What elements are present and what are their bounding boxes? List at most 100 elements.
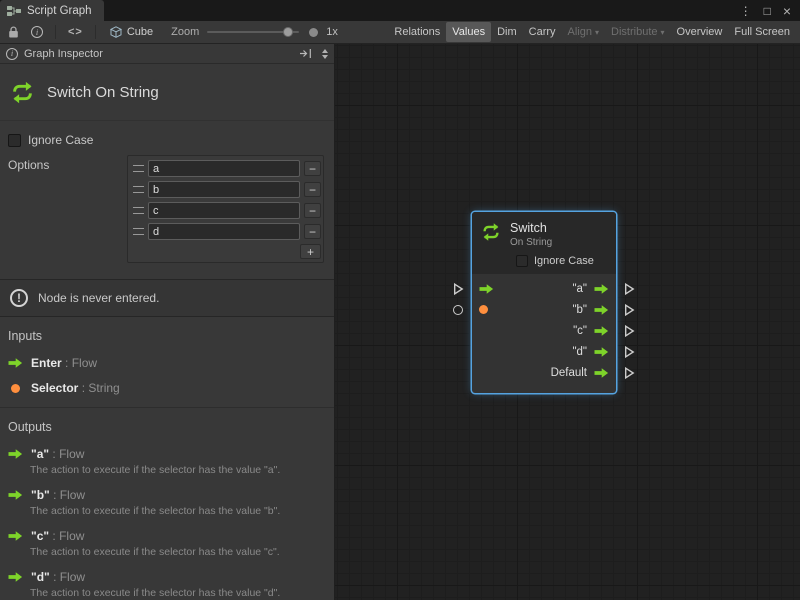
dock-panel-icon[interactable] xyxy=(299,48,312,59)
node-port-row-c: "c" xyxy=(472,320,616,341)
remove-option-button[interactable]: − xyxy=(304,161,321,176)
port-label: "d" xyxy=(572,346,587,358)
carry-toggle[interactable]: Carry xyxy=(523,22,562,42)
info-icon: i xyxy=(6,48,18,60)
flow-arrow-icon xyxy=(8,572,23,582)
options-list-footer: + xyxy=(130,242,321,262)
flow-inlet-triangle[interactable] xyxy=(453,282,464,295)
option-value-input[interactable] xyxy=(148,223,300,240)
distribute-dropdown[interactable]: Distribute ▾ xyxy=(605,22,670,42)
window-menu-icon[interactable]: ⋮ xyxy=(740,5,752,17)
chevron-down-icon: ▾ xyxy=(595,29,599,37)
warning-text: Node is never entered. xyxy=(38,291,159,305)
graph-inspector-title: Graph Inspector xyxy=(24,48,103,60)
output-port-a: "a" : Flow xyxy=(8,447,326,461)
option-row: − xyxy=(130,221,321,242)
tab-label: Script Graph xyxy=(27,5,92,17)
node-port-row-a: "a" xyxy=(472,278,616,299)
input-port-enter: Enter : Flow xyxy=(8,356,326,370)
graph-inspector-header: i Graph Inspector xyxy=(0,44,334,64)
output-port-icon[interactable] xyxy=(594,305,609,315)
flow-outlet-triangle[interactable] xyxy=(624,282,635,295)
output-port-icon[interactable] xyxy=(594,368,609,378)
ignore-case-label: Ignore Case xyxy=(28,133,93,147)
toolbar-separator xyxy=(55,25,56,39)
switch-node-icon xyxy=(9,79,36,106)
switch-node-icon xyxy=(480,221,502,243)
flow-arrow-icon xyxy=(8,490,23,500)
graph-canvas[interactable]: Switch On String Ignore Case xyxy=(335,44,800,600)
chevron-down-icon: ▾ xyxy=(661,29,665,37)
full-screen-button[interactable]: Full Screen xyxy=(728,22,796,42)
cube-icon xyxy=(110,26,122,38)
align-dropdown[interactable]: Align ▾ xyxy=(562,22,605,42)
flow-arrow-icon xyxy=(8,531,23,541)
flow-outlet-triangle[interactable] xyxy=(624,303,635,316)
ignore-case-checkbox[interactable] xyxy=(8,134,21,147)
output-port-icon[interactable] xyxy=(594,347,609,357)
flow-arrow-icon xyxy=(8,449,23,459)
option-value-input[interactable] xyxy=(148,160,300,177)
node-ignore-case-row: Ignore Case xyxy=(516,255,608,267)
node-port-row-default: Default xyxy=(472,362,616,383)
zoom-reset-icon[interactable] xyxy=(309,28,318,37)
drag-handle-icon[interactable] xyxy=(133,207,144,214)
zoom-label: Zoom xyxy=(171,26,199,38)
node-header[interactable]: Switch On String Ignore Case xyxy=(472,212,616,274)
graph-toolbar: i <> Cube Zoom 1x Relations Values Dim C… xyxy=(0,21,800,44)
inspector-body: Switch On String Ignore Case Options − xyxy=(0,64,334,600)
tab-script-graph[interactable]: Script Graph xyxy=(0,0,104,21)
enter-port-icon[interactable] xyxy=(479,284,494,294)
values-toggle[interactable]: Values xyxy=(446,22,491,42)
scroll-down-icon[interactable] xyxy=(322,55,328,59)
zoom-slider-knob[interactable] xyxy=(283,27,293,37)
inputs-header: Inputs xyxy=(8,329,326,343)
script-graph-window: Script Graph ⋮ □ × i <> Cube Zoom xyxy=(0,0,800,600)
output-port-icon[interactable] xyxy=(594,326,609,336)
output-port-icon[interactable] xyxy=(594,284,609,294)
remove-option-button[interactable]: − xyxy=(304,182,321,197)
value-inlet-circle[interactable] xyxy=(453,305,463,315)
output-port-description: The action to execute if the selector ha… xyxy=(30,546,326,559)
graph-target[interactable]: Cube xyxy=(104,26,159,38)
port-label: "c" xyxy=(573,325,587,337)
drag-handle-icon[interactable] xyxy=(133,228,144,235)
code-view-icon[interactable]: <> xyxy=(64,23,87,42)
lock-icon[interactable] xyxy=(4,23,23,42)
switch-on-string-node[interactable]: Switch On String Ignore Case xyxy=(472,212,616,393)
toolbar-separator xyxy=(95,25,96,39)
flow-outlet-triangle[interactable] xyxy=(624,345,635,358)
node-ignore-case-checkbox[interactable] xyxy=(516,255,528,267)
output-port-d: "d" : Flow xyxy=(8,570,326,584)
overview-button[interactable]: Overview xyxy=(671,22,729,42)
remove-option-button[interactable]: − xyxy=(304,203,321,218)
info-toggle-icon[interactable]: i xyxy=(27,23,47,42)
zoom-slider[interactable] xyxy=(207,25,299,39)
maximize-icon[interactable]: □ xyxy=(764,5,771,17)
selector-port-icon[interactable] xyxy=(479,305,488,314)
option-value-input[interactable] xyxy=(148,202,300,219)
warning-box: ! Node is never entered. xyxy=(0,279,334,317)
flow-outlet-triangle[interactable] xyxy=(624,366,635,379)
scroll-up-icon[interactable] xyxy=(322,49,328,53)
panel-scroll-spinner[interactable] xyxy=(322,49,328,59)
warning-icon: ! xyxy=(10,289,28,307)
drag-handle-icon[interactable] xyxy=(133,165,144,172)
option-value-input[interactable] xyxy=(148,181,300,198)
node-title-block: Switch On String xyxy=(0,64,334,121)
relations-toggle[interactable]: Relations xyxy=(388,22,446,42)
add-option-button[interactable]: + xyxy=(300,244,321,259)
output-port-description: The action to execute if the selector ha… xyxy=(30,587,326,600)
output-port-c: "c" : Flow xyxy=(8,529,326,543)
remove-option-button[interactable]: − xyxy=(304,224,321,239)
drag-handle-icon[interactable] xyxy=(133,186,144,193)
option-row: − xyxy=(130,158,321,179)
outputs-header: Outputs xyxy=(8,420,326,434)
close-icon[interactable]: × xyxy=(783,4,791,18)
flow-outlet-triangle[interactable] xyxy=(624,324,635,337)
output-port-b: "b" : Flow xyxy=(8,488,326,502)
dim-toggle[interactable]: Dim xyxy=(491,22,523,42)
window-controls: ⋮ □ × xyxy=(740,0,800,21)
flow-arrow-icon xyxy=(8,358,23,368)
ignore-case-row: Ignore Case xyxy=(8,133,326,147)
